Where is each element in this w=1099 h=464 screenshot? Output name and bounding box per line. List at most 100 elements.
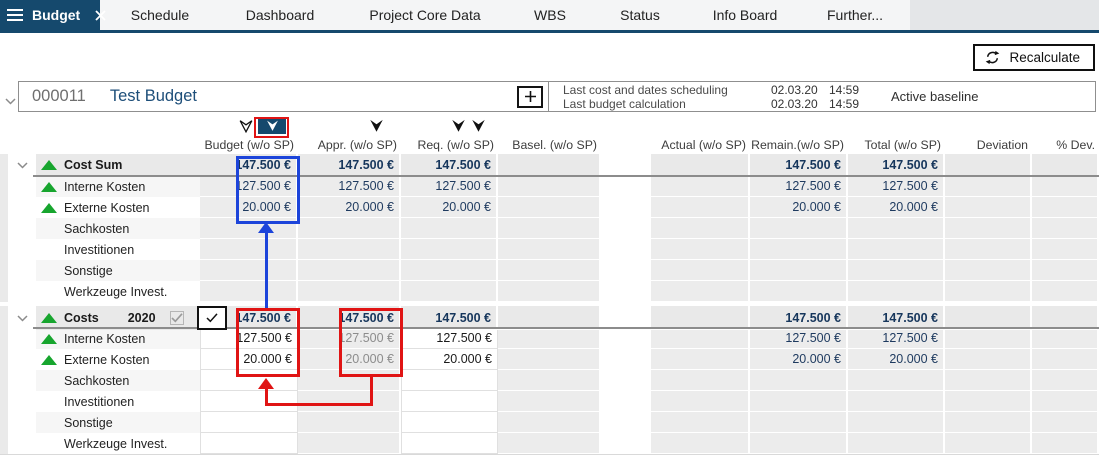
value-cell[interactable]: 20.000 € [750, 197, 848, 218]
value-cell[interactable] [1032, 391, 1099, 412]
value-cell[interactable] [651, 197, 750, 218]
value-cell[interactable] [298, 370, 401, 391]
value-cell[interactable] [1032, 154, 1099, 176]
column-header-remain[interactable]: Remain.(w/o SP) [750, 138, 848, 152]
value-cell[interactable] [945, 349, 1032, 370]
value-cell[interactable]: 127.500 € [401, 328, 498, 349]
recalculate-button[interactable]: Recalculate [973, 44, 1095, 71]
value-cell[interactable] [401, 281, 498, 302]
value-cell[interactable] [945, 391, 1032, 412]
value-cell[interactable]: 20.000 € [200, 349, 298, 370]
value-cell[interactable] [498, 154, 601, 176]
table-row[interactable]: Externe Kosten20.000 €20.000 €20.000 €20… [0, 197, 1099, 218]
value-cell[interactable]: 127.500 € [200, 328, 298, 349]
project-collapse-chevron-icon[interactable] [5, 92, 16, 110]
value-cell[interactable] [1032, 328, 1099, 349]
row-label-cell[interactable]: Externe Kosten [36, 349, 200, 370]
column-header-budget[interactable]: Budget (w/o SP) [200, 138, 298, 152]
column-header-basel[interactable]: Basel. (w/o SP) [498, 138, 601, 152]
value-cell[interactable] [1032, 218, 1099, 239]
value-cell[interactable] [651, 306, 750, 330]
value-cell[interactable] [945, 260, 1032, 281]
value-cell[interactable] [945, 328, 1032, 349]
table-row[interactable]: Werkzeuge Invest. [0, 433, 1099, 454]
value-cell[interactable]: 20.000 € [298, 197, 401, 218]
value-cell[interactable] [401, 370, 498, 391]
value-cell[interactable] [298, 412, 401, 433]
value-cell[interactable] [848, 281, 945, 302]
tab-wbs[interactable]: WBS [510, 0, 590, 30]
value-cell[interactable] [945, 412, 1032, 433]
value-cell[interactable] [750, 391, 848, 412]
tab-status[interactable]: Status [590, 0, 690, 30]
value-cell[interactable] [945, 239, 1032, 260]
value-cell[interactable] [651, 239, 750, 260]
row-label-cell[interactable]: Sonstige [36, 412, 200, 433]
value-cell[interactable] [298, 433, 401, 454]
value-cell[interactable] [651, 218, 750, 239]
dart-filter-icon[interactable] [369, 118, 384, 138]
value-cell[interactable] [750, 281, 848, 302]
value-cell[interactable]: 20.000 € [200, 197, 298, 218]
tab-dashboard[interactable]: Dashboard [220, 0, 340, 30]
table-row[interactable]: Sachkosten [0, 370, 1099, 391]
tab-schedule[interactable]: Schedule [100, 0, 220, 30]
row-label-cell[interactable]: Werkzeuge Invest. [36, 433, 200, 454]
value-cell[interactable] [651, 412, 750, 433]
value-cell[interactable] [945, 176, 1032, 197]
tab-project-core-data[interactable]: Project Core Data [340, 0, 510, 30]
value-cell[interactable] [750, 239, 848, 260]
value-cell[interactable] [298, 218, 401, 239]
value-cell[interactable] [200, 218, 298, 239]
value-cell[interactable] [848, 239, 945, 260]
value-cell[interactable]: 127.500 € [200, 176, 298, 197]
value-cell[interactable] [498, 197, 601, 218]
column-header-pdev[interactable]: % Dev. [1032, 138, 1099, 152]
row-label-cell[interactable]: Sachkosten [36, 370, 200, 391]
group-label-cell[interactable]: Cost Sum [36, 154, 200, 176]
row-label-cell[interactable]: Sachkosten [36, 218, 200, 239]
value-cell[interactable]: 147.500 € [750, 154, 848, 176]
value-cell[interactable] [750, 260, 848, 281]
value-cell[interactable] [401, 218, 498, 239]
value-cell[interactable] [848, 433, 945, 454]
edit-checkbox[interactable] [197, 306, 227, 330]
value-cell[interactable] [200, 370, 298, 391]
value-cell[interactable] [200, 412, 298, 433]
row-label-cell[interactable]: Interne Kosten [36, 176, 200, 197]
value-cell[interactable]: 147.500 € [298, 154, 401, 176]
value-cell[interactable] [401, 391, 498, 412]
dart-filter-icon[interactable] [239, 119, 253, 138]
value-cell[interactable] [945, 281, 1032, 302]
value-cell[interactable] [1032, 349, 1099, 370]
column-header-actual[interactable]: Actual (w/o SP) [651, 138, 750, 152]
tab-info-board[interactable]: Info Board [690, 0, 800, 30]
value-cell[interactable] [651, 260, 750, 281]
value-cell[interactable] [200, 433, 298, 454]
value-cell[interactable] [651, 328, 750, 349]
year-checkbox[interactable] [170, 311, 184, 325]
value-cell[interactable]: 127.500 € [750, 328, 848, 349]
value-cell[interactable] [1032, 260, 1099, 281]
value-cell[interactable] [498, 218, 601, 239]
value-cell[interactable]: 20.000 € [848, 349, 945, 370]
value-cell[interactable] [848, 412, 945, 433]
value-cell[interactable] [498, 328, 601, 349]
value-cell[interactable] [651, 391, 750, 412]
column-header-total[interactable]: Total (w/o SP) [848, 138, 945, 152]
value-cell[interactable] [750, 370, 848, 391]
value-cell[interactable] [750, 412, 848, 433]
value-cell[interactable] [401, 239, 498, 260]
value-cell[interactable] [298, 391, 401, 412]
value-cell[interactable] [298, 260, 401, 281]
value-cell[interactable] [651, 281, 750, 302]
value-cell[interactable] [651, 154, 750, 176]
value-cell[interactable] [1032, 370, 1099, 391]
value-cell[interactable] [401, 260, 498, 281]
value-cell[interactable]: 20.000 € [848, 197, 945, 218]
menu-icon[interactable] [7, 9, 23, 21]
value-cell[interactable] [498, 349, 601, 370]
value-cell[interactable] [1032, 239, 1099, 260]
value-cell[interactable]: 147.500 € [401, 154, 498, 176]
value-cell[interactable]: 147.500 € [750, 306, 848, 330]
